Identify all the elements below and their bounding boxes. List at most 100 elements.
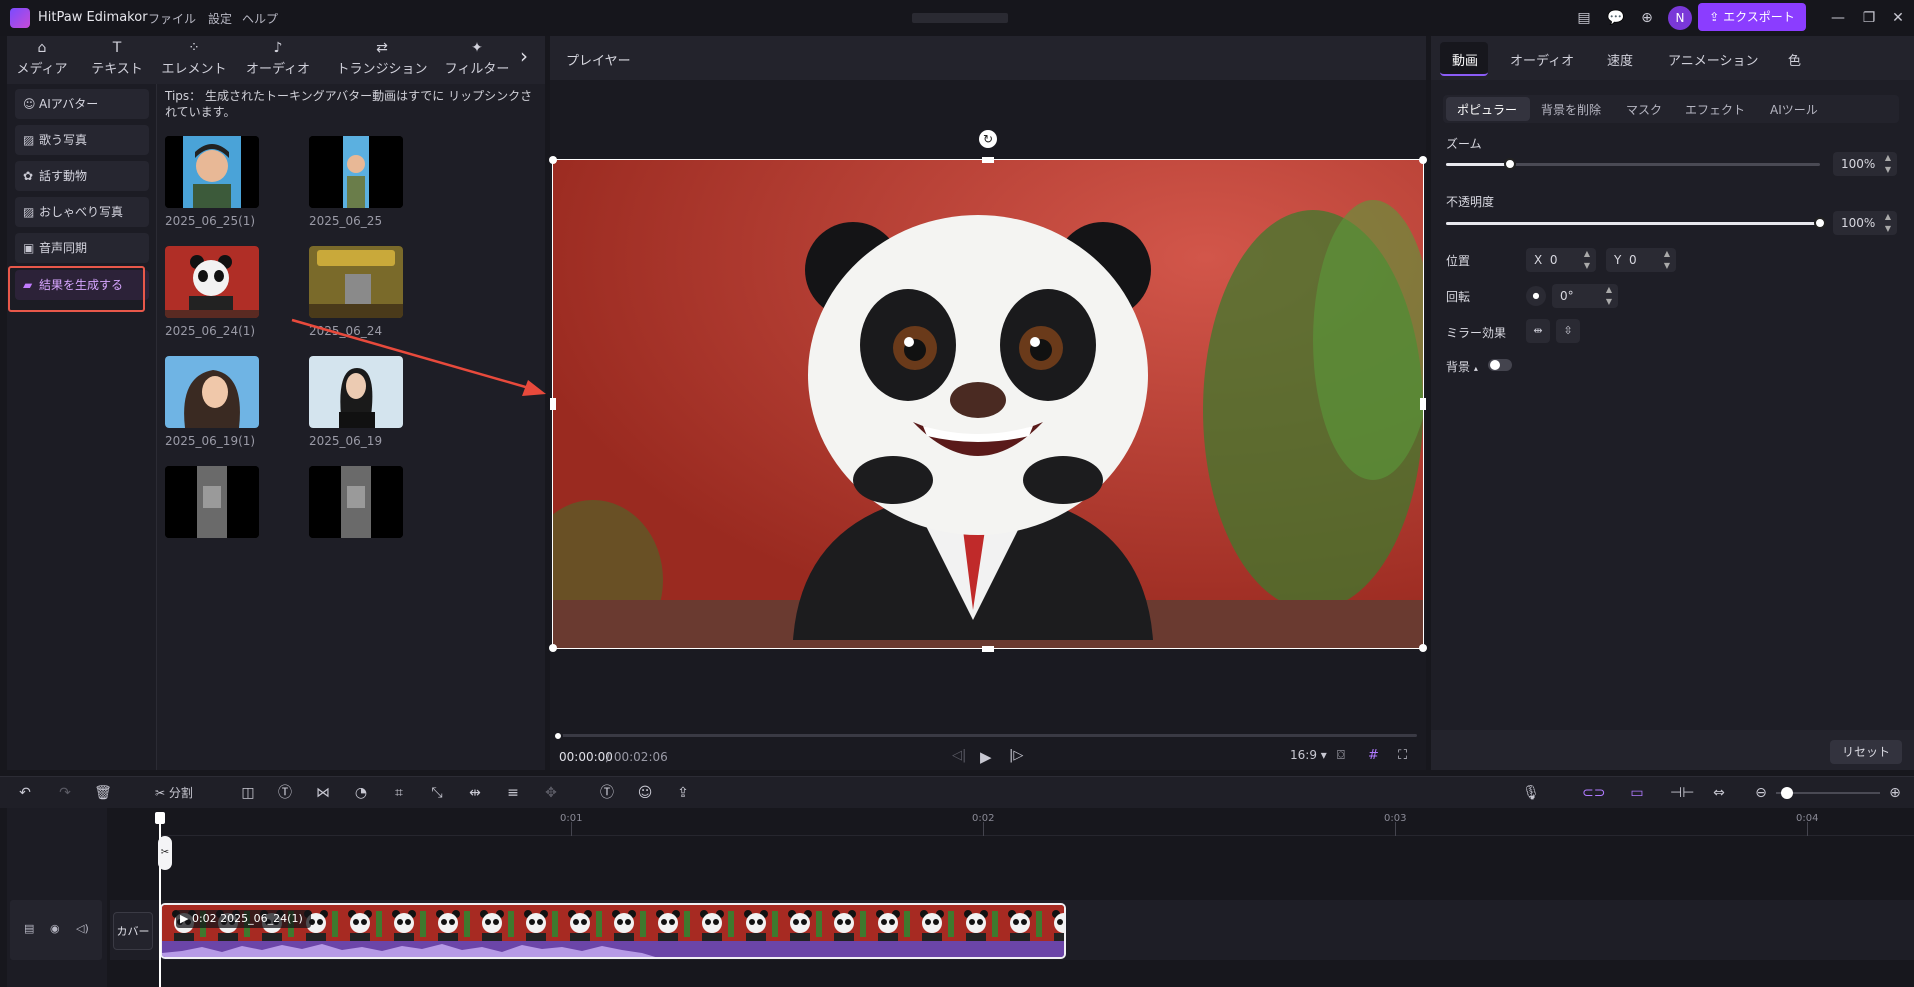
tab-text[interactable]: T テキスト bbox=[82, 40, 152, 80]
thumbnail-sign[interactable] bbox=[309, 246, 403, 318]
playback-progress[interactable] bbox=[557, 734, 1417, 737]
mirror-vertical-icon[interactable]: ⇳ bbox=[1556, 319, 1580, 343]
zoom-out-icon[interactable]: ⊖ bbox=[1750, 782, 1772, 804]
export-clip-icon[interactable]: ⇪ bbox=[672, 782, 694, 804]
resize-icon[interactable]: ⤡ bbox=[426, 782, 448, 804]
split-track-icon[interactable]: ⊣⊢ bbox=[1670, 782, 1694, 804]
export-button[interactable]: ⇪ エクスポート bbox=[1698, 3, 1806, 31]
caption-icon[interactable]: Ⓣ bbox=[596, 782, 618, 804]
opacity-slider[interactable] bbox=[1446, 222, 1820, 225]
sidebar-item-singing-photo[interactable]: ▨ 歌う写真 bbox=[15, 125, 149, 155]
chevron-right-icon[interactable]: › bbox=[520, 44, 528, 68]
menu-file[interactable]: ファイル bbox=[148, 10, 196, 27]
grid-icon[interactable]: # bbox=[1368, 748, 1379, 763]
opacity-input[interactable]: 100% ▲ ▼ bbox=[1833, 211, 1897, 235]
eye-icon[interactable]: ◉ bbox=[50, 922, 60, 935]
tab-media[interactable]: ⌂ メディア bbox=[12, 40, 72, 80]
resize-handle[interactable] bbox=[982, 646, 994, 652]
rotation-dial-icon[interactable]: ● bbox=[1526, 286, 1546, 306]
delete-icon[interactable]: 🗑 bbox=[92, 782, 114, 804]
position-x-input[interactable]: X 0 ▲ ▼ bbox=[1526, 248, 1596, 272]
stepper-icon[interactable]: ▲ ▼ bbox=[1664, 248, 1670, 272]
tab-transition[interactable]: ⇄ トランジション bbox=[330, 40, 434, 80]
trim-icon[interactable]: ⋈ bbox=[312, 782, 334, 804]
align-icon[interactable]: ≡ bbox=[502, 782, 524, 804]
tab-audio-props[interactable]: オーディオ bbox=[1510, 50, 1574, 69]
rotation-input[interactable]: 0° ▲ ▼ bbox=[1552, 284, 1618, 308]
sidebar-item-talking-animal[interactable]: ✿ 話す動物 bbox=[15, 161, 149, 191]
magnet-icon[interactable]: ▭ bbox=[1626, 782, 1648, 804]
sidebar-item-ai-avatar[interactable]: ☺ AIアバター bbox=[15, 89, 149, 119]
resize-handle[interactable] bbox=[1419, 644, 1427, 652]
toggle-knob[interactable] bbox=[1490, 360, 1500, 370]
resize-handle[interactable] bbox=[549, 644, 557, 652]
tab-color[interactable]: 色 bbox=[1788, 50, 1801, 69]
thumbnail-cat[interactable] bbox=[165, 466, 259, 538]
timeline-clip[interactable]: ▶ 0:02 2025_06_24(1) bbox=[160, 903, 1066, 959]
restore-icon[interactable]: ❐ bbox=[1858, 7, 1880, 29]
opacity-knob[interactable] bbox=[1814, 217, 1826, 229]
subtab-popular[interactable]: ポピュラー bbox=[1457, 101, 1517, 118]
link-icon[interactable]: ⊂⊃ bbox=[1582, 782, 1605, 804]
fullscreen-icon[interactable]: ⛶ bbox=[1398, 748, 1407, 763]
tab-video[interactable]: 動画 bbox=[1452, 50, 1478, 69]
tab-speed[interactable]: 速度 bbox=[1607, 50, 1633, 69]
zoom-slider[interactable] bbox=[1446, 163, 1820, 166]
tab-animation[interactable]: アニメーション bbox=[1668, 50, 1758, 69]
chevron-up-icon[interactable]: ▴ bbox=[1474, 364, 1478, 373]
timeline-zoom-knob[interactable] bbox=[1781, 787, 1793, 799]
sidebar-item-talking-photo[interactable]: ▨ おしゃべり写真 bbox=[15, 197, 149, 227]
next-frame-icon[interactable]: |▷ bbox=[1009, 748, 1023, 763]
crop-icon[interactable]: ⌗ bbox=[388, 782, 410, 804]
snapshot-icon[interactable]: ⌼ bbox=[1337, 748, 1345, 763]
aspect-ratio-select[interactable]: 16:9 ▾ bbox=[1290, 748, 1327, 762]
marker-icon[interactable]: ◫ bbox=[237, 782, 259, 804]
minimize-icon[interactable]: — bbox=[1827, 7, 1849, 29]
subtab-mask[interactable]: マスク bbox=[1626, 101, 1662, 118]
reset-button[interactable]: リセット bbox=[1830, 740, 1902, 764]
stepper-icon[interactable]: ▲ ▼ bbox=[1606, 284, 1612, 308]
mirror-horizontal-icon[interactable]: ⇹ bbox=[1526, 319, 1550, 343]
menu-help[interactable]: ヘルプ bbox=[242, 10, 278, 27]
scissors-marker-icon[interactable]: ✂ bbox=[158, 836, 172, 870]
stepper-icon[interactable]: ▲ ▼ bbox=[1885, 152, 1891, 176]
volume-icon[interactable]: ◁) bbox=[76, 922, 89, 935]
play-icon[interactable]: ▶ bbox=[980, 748, 992, 766]
cover-button[interactable]: カバー bbox=[113, 912, 153, 950]
fit-icon[interactable]: ⇔ bbox=[1708, 782, 1730, 804]
thumbnail-boy-small[interactable] bbox=[309, 136, 403, 208]
subtab-effect[interactable]: エフェクト bbox=[1685, 101, 1745, 118]
mirror-icon[interactable]: ⇹ bbox=[464, 782, 486, 804]
thumbnail-woman-blue[interactable] bbox=[165, 356, 259, 428]
resize-handle[interactable] bbox=[549, 156, 557, 164]
close-icon[interactable]: ✕ bbox=[1887, 7, 1909, 29]
thumbnail-cat[interactable] bbox=[309, 466, 403, 538]
stepper-icon[interactable]: ▲ ▼ bbox=[1885, 211, 1891, 235]
tab-audio[interactable]: ♪ オーディオ bbox=[240, 40, 316, 80]
lock-icon[interactable]: ▤ bbox=[24, 922, 34, 935]
zoom-in-icon[interactable]: ⊕ bbox=[1884, 782, 1906, 804]
playhead-handle[interactable] bbox=[155, 812, 165, 824]
stepper-icon[interactable]: ▲ ▼ bbox=[1584, 248, 1590, 272]
tab-filter[interactable]: ✦ フィルター bbox=[438, 40, 516, 80]
resize-handle[interactable] bbox=[1419, 156, 1427, 164]
subtab-ai-tools[interactable]: AIツール bbox=[1770, 101, 1818, 118]
thumbnail-panda[interactable] bbox=[165, 246, 259, 318]
previous-frame-icon[interactable]: ◁| bbox=[952, 748, 966, 763]
freeze-icon[interactable]: ✥ bbox=[540, 782, 562, 804]
sidebar-item-audio-sync[interactable]: ▣ 音声同期 bbox=[15, 233, 149, 263]
speed-icon[interactable]: ◔ bbox=[350, 782, 372, 804]
position-y-input[interactable]: Y 0 ▲ ▼ bbox=[1606, 248, 1676, 272]
tab-element[interactable]: ⁘ エレメント bbox=[158, 40, 230, 80]
redo-icon[interactable]: ↷ bbox=[54, 782, 76, 804]
subtab-remove-background[interactable]: 背景を削除 bbox=[1541, 101, 1601, 118]
layout-icon[interactable]: ▤ bbox=[1573, 7, 1595, 29]
resize-handle[interactable] bbox=[550, 398, 556, 410]
thumbnail-boy[interactable] bbox=[165, 136, 259, 208]
rotate-icon[interactable]: ↻ bbox=[979, 130, 997, 148]
resize-handle[interactable] bbox=[1420, 398, 1426, 410]
split-button[interactable]: ✂ 分割 bbox=[146, 782, 202, 804]
resize-handle[interactable] bbox=[982, 157, 994, 163]
undo-icon[interactable]: ↶ bbox=[14, 782, 36, 804]
zoom-knob[interactable] bbox=[1503, 158, 1516, 170]
